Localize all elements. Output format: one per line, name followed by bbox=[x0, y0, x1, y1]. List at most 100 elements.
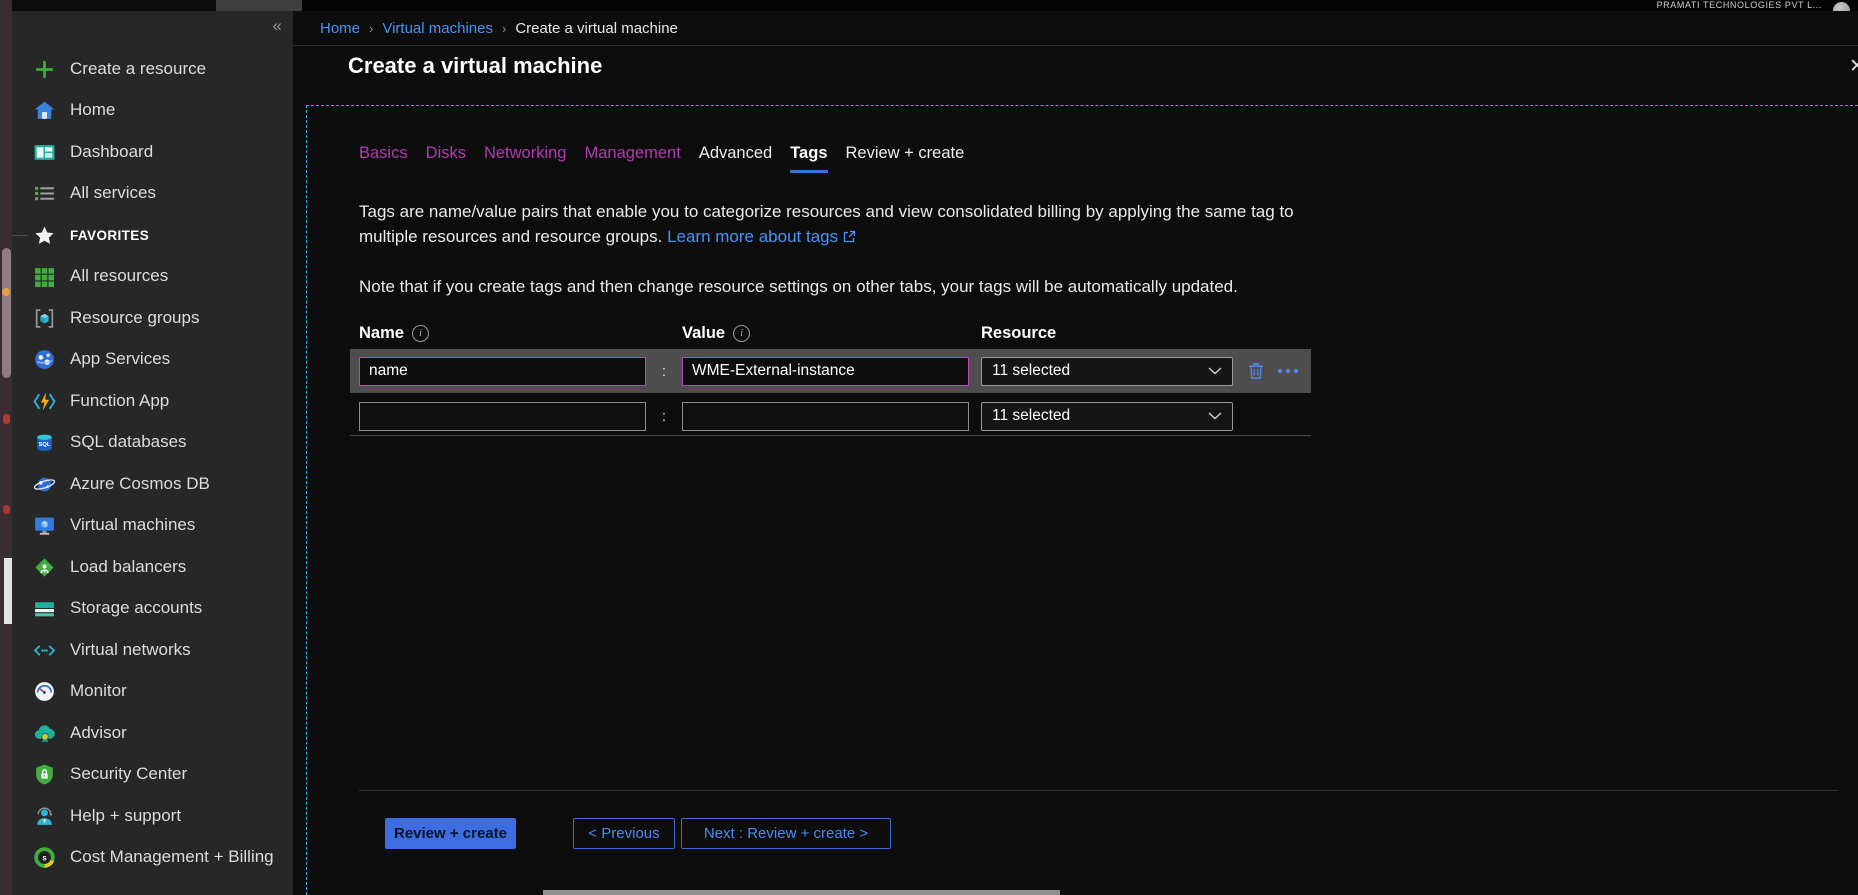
sidebar-item-azure-cosmos-db[interactable]: Azure Cosmos DB bbox=[12, 470, 293, 498]
sidebar-item-help-support[interactable]: Help + support bbox=[12, 802, 293, 830]
more-options-icon[interactable] bbox=[1274, 369, 1298, 374]
sidebar-item-create-a-resource[interactable]: Create a resource bbox=[12, 55, 293, 83]
chevron-down-icon bbox=[1208, 407, 1222, 425]
sidebar-item-label: Home bbox=[70, 100, 115, 120]
breadcrumb-current: Create a virtual machine bbox=[515, 20, 678, 37]
svg-text:s: s bbox=[42, 853, 47, 862]
sidebar-item-all-services[interactable]: All services bbox=[12, 179, 293, 207]
app-services-icon bbox=[33, 348, 56, 371]
browser-tab-fragment bbox=[216, 0, 302, 11]
sidebar-item-cost-management[interactable]: s Cost Management + Billing bbox=[12, 843, 293, 871]
sidebar-item-label: Dashboard bbox=[70, 142, 153, 162]
advisor-icon bbox=[33, 722, 56, 745]
sidebar-item-label: Create a resource bbox=[70, 59, 206, 79]
sidebar-item-security-center[interactable]: Security Center bbox=[12, 760, 293, 788]
tab-management[interactable]: Management bbox=[585, 144, 681, 173]
sidebar-item-monitor[interactable]: Monitor bbox=[12, 677, 293, 705]
sidebar-item-virtual-networks[interactable]: Virtual networks bbox=[12, 636, 293, 664]
sidebar-item-label: App Services bbox=[70, 349, 170, 369]
learn-more-link[interactable]: Learn more about tags bbox=[667, 227, 856, 246]
chevron-down-icon bbox=[1208, 362, 1222, 380]
star-icon bbox=[33, 224, 56, 247]
sidebar-item-label: Monitor bbox=[70, 681, 127, 701]
tab-disks[interactable]: Disks bbox=[426, 144, 466, 173]
delete-row-icon[interactable] bbox=[1246, 361, 1266, 381]
dashboard-icon bbox=[33, 141, 56, 164]
home-icon bbox=[33, 99, 56, 122]
description-line-1: Tags are name/value pairs that enable yo… bbox=[359, 202, 1294, 221]
tab-tags[interactable]: Tags bbox=[790, 144, 827, 173]
breadcrumb-link-home[interactable]: Home bbox=[320, 20, 360, 37]
resource-dropdown[interactable]: 11 selected bbox=[981, 357, 1233, 386]
tab-advanced[interactable]: Advanced bbox=[699, 144, 772, 173]
close-icon[interactable]: ✕ bbox=[1849, 55, 1858, 78]
sidebar-item-label: All resources bbox=[70, 266, 168, 286]
tab-bar: Basics Disks Networking Management Advan… bbox=[359, 144, 1838, 173]
tag-name-input[interactable] bbox=[359, 402, 646, 431]
tag-name-input[interactable] bbox=[359, 357, 646, 386]
sidebar-item-storage-accounts[interactable]: Storage accounts bbox=[12, 594, 293, 622]
breadcrumb-separator-icon: › bbox=[502, 21, 506, 36]
virtual-networks-icon bbox=[33, 639, 56, 662]
sidebar-item-virtual-machines[interactable]: Virtual machines bbox=[12, 511, 293, 539]
security-center-icon bbox=[33, 763, 56, 786]
plus-icon bbox=[33, 58, 56, 81]
portal-top-bar: PRAMATI TECHNOLOGIES PVT L... bbox=[216, 0, 1858, 11]
column-header-name: Name bbox=[359, 324, 404, 343]
function-app-icon bbox=[33, 390, 56, 413]
sidebar-item-app-services[interactable]: App Services bbox=[12, 345, 293, 373]
sidebar-item-dashboard[interactable]: Dashboard bbox=[12, 138, 293, 166]
footer-divider bbox=[359, 790, 1838, 791]
external-link-icon bbox=[843, 225, 856, 250]
tag-value-input[interactable] bbox=[682, 357, 969, 386]
row-actions bbox=[1246, 361, 1298, 381]
sidebar-item-advisor[interactable]: Advisor bbox=[12, 719, 293, 747]
desktop-edge-strip bbox=[0, 0, 12, 895]
sidebar-item-label: Advisor bbox=[70, 723, 127, 743]
learn-more-label: Learn more about tags bbox=[667, 227, 838, 246]
review-create-button[interactable]: Review + create bbox=[385, 818, 516, 849]
footer-actions: Review + create < Previous Next : Review… bbox=[385, 818, 891, 849]
tags-table: Name Value Resource : 11 selected bbox=[359, 324, 1838, 436]
column-header-resource: Resource bbox=[981, 324, 1056, 343]
tag-row: : 11 selected bbox=[350, 349, 1311, 393]
edge-red-fragment bbox=[3, 505, 10, 514]
taskbar-fragment bbox=[543, 890, 1060, 895]
svg-text:SQL: SQL bbox=[39, 442, 51, 448]
previous-button[interactable]: < Previous bbox=[573, 818, 675, 849]
tags-description: Tags are name/value pairs that enable yo… bbox=[359, 199, 1838, 250]
sidebar-item-home[interactable]: Home bbox=[12, 96, 293, 124]
tab-networking[interactable]: Networking bbox=[484, 144, 567, 173]
sidebar-item-all-resources[interactable]: All resources bbox=[12, 262, 293, 290]
sidebar-item-label: Virtual networks bbox=[70, 640, 191, 660]
tab-basics[interactable]: Basics bbox=[359, 144, 408, 173]
sidebar-item-label: Load balancers bbox=[70, 557, 186, 577]
all-services-icon bbox=[33, 182, 56, 205]
name-value-separator: : bbox=[646, 363, 682, 380]
info-icon[interactable] bbox=[412, 325, 429, 342]
resource-dropdown[interactable]: 11 selected bbox=[981, 402, 1233, 431]
name-value-separator: : bbox=[646, 408, 682, 425]
sidebar-item-label: Security Center bbox=[70, 764, 187, 784]
storage-accounts-icon bbox=[33, 597, 56, 620]
tab-review-create[interactable]: Review + create bbox=[846, 144, 965, 173]
azure-portal-window: PRAMATI TECHNOLOGIES PVT L... « Create a… bbox=[0, 0, 1858, 895]
help-support-icon bbox=[33, 805, 56, 828]
sidebar-item-sql-databases[interactable]: SQL SQL databases bbox=[12, 428, 293, 456]
resource-dropdown-value: 11 selected bbox=[992, 362, 1070, 380]
sidebar-section-label: FAVORITES bbox=[70, 228, 149, 243]
next-button[interactable]: Next : Review + create > bbox=[681, 818, 891, 849]
breadcrumb-link-virtual-machines[interactable]: Virtual machines bbox=[382, 20, 493, 37]
sidebar-item-load-balancers[interactable]: Load balancers bbox=[12, 553, 293, 581]
breadcrumb-separator-icon: › bbox=[369, 21, 373, 36]
column-header-value: Value bbox=[682, 324, 725, 343]
sidebar-collapse-icon[interactable]: « bbox=[273, 16, 282, 36]
info-icon[interactable] bbox=[733, 325, 750, 342]
sidebar-item-function-app[interactable]: Function App bbox=[12, 387, 293, 415]
virtual-machines-icon bbox=[33, 514, 56, 537]
tag-value-input[interactable] bbox=[682, 402, 969, 431]
sidebar-item-label: Help + support bbox=[70, 806, 181, 826]
blade-panel: Basics Disks Networking Management Advan… bbox=[306, 105, 1858, 895]
sidebar-item-resource-groups[interactable]: Resource groups bbox=[12, 304, 293, 332]
tags-table-header: Name Value Resource bbox=[359, 324, 1838, 343]
